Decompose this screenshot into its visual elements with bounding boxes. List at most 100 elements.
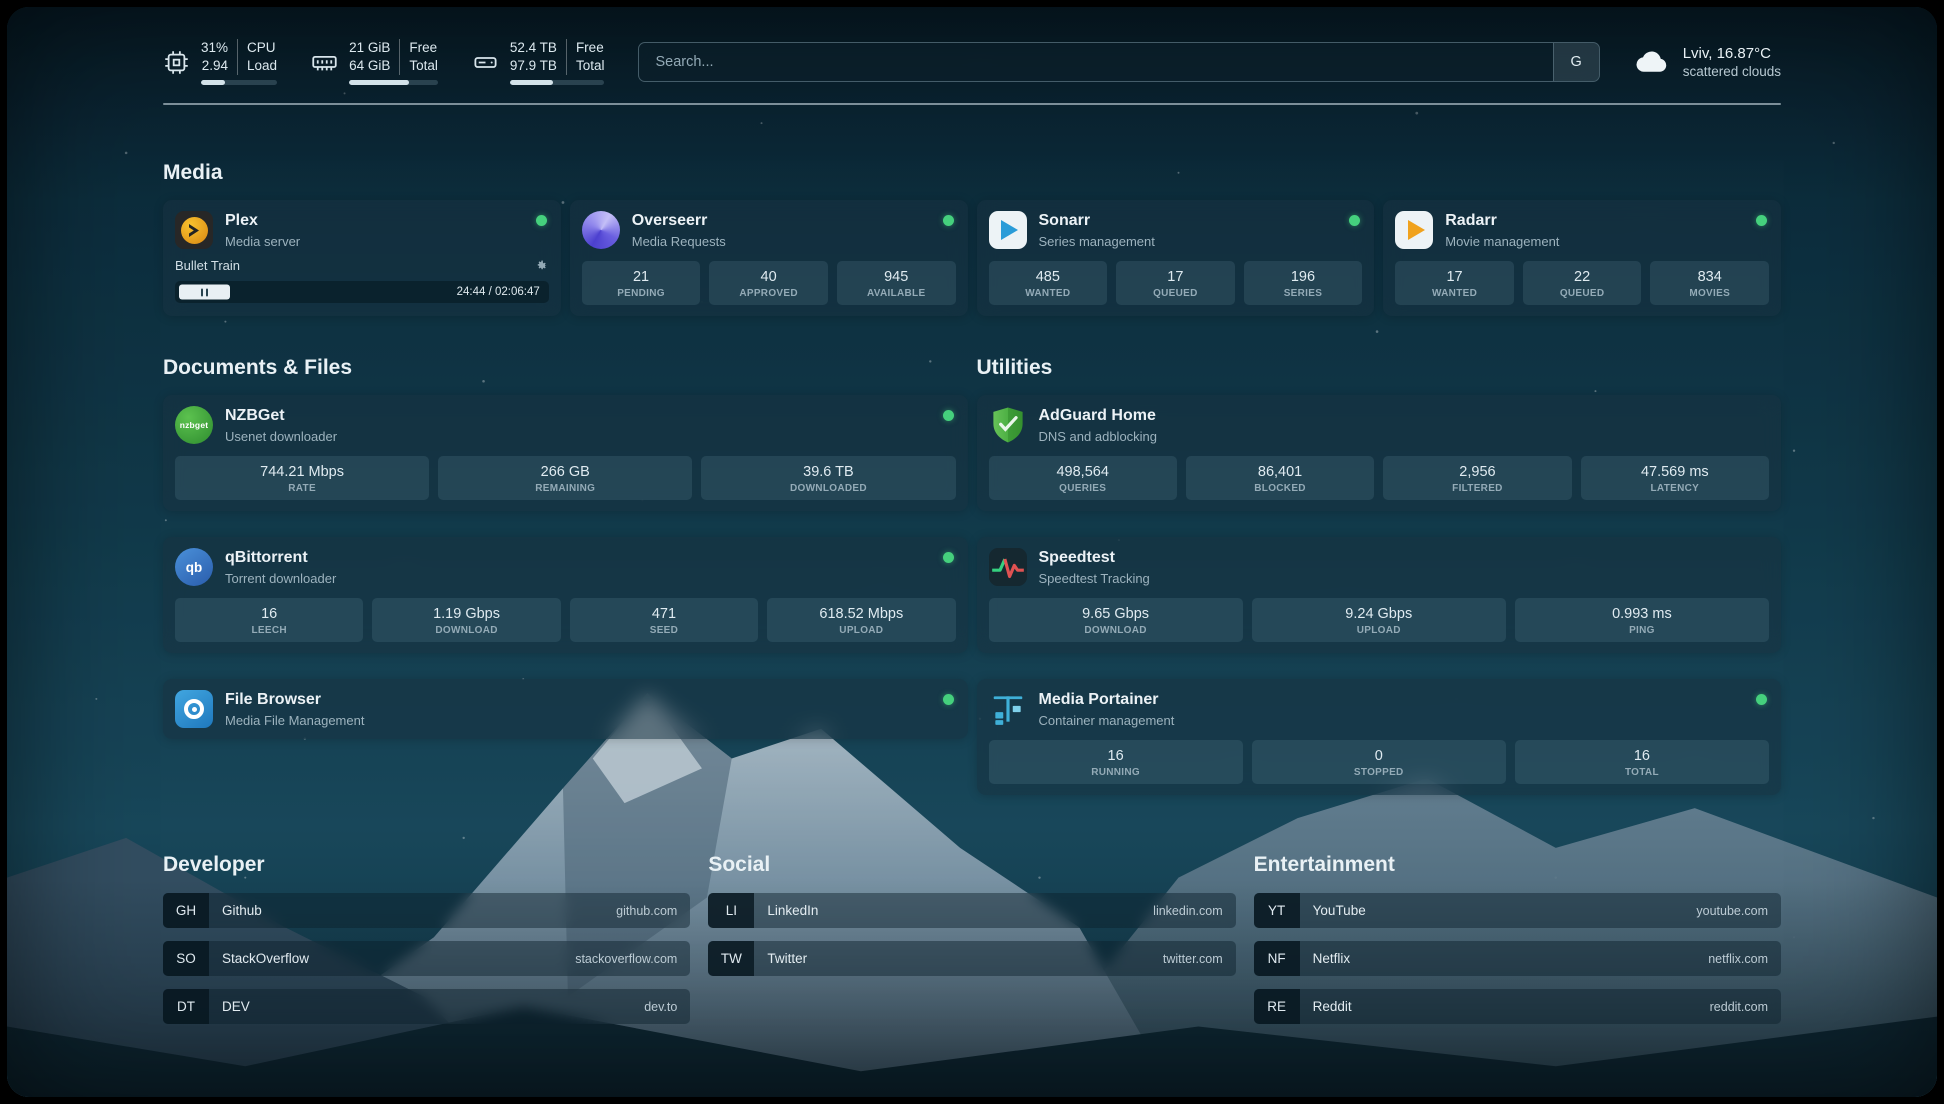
stat-pending: 21 PENDING (582, 261, 701, 305)
stat-stopped: 0 STOPPED (1252, 740, 1506, 784)
stat-blocked: 86,401 BLOCKED (1186, 456, 1374, 500)
overseerr-icon (582, 211, 620, 249)
cpu-widget: 31% 2.94 CPU Load (163, 39, 277, 85)
memory-free-label: Free (409, 39, 438, 57)
cpu-percent: 31% (201, 39, 228, 57)
bookmark-reddit[interactable]: RE Reddit reddit.com (1254, 989, 1781, 1024)
disk-total: 97.9 TB (510, 57, 557, 75)
disk-bar (510, 80, 605, 85)
disk-icon (472, 49, 499, 76)
memory-icon (311, 49, 338, 76)
bookmark-url: linkedin.com (1153, 904, 1235, 918)
stat-download: 1.19 Gbps DOWNLOAD (372, 598, 560, 642)
disk-free-label: Free (576, 39, 605, 57)
disk-total-label: Total (576, 57, 605, 75)
stat-seed: 471 SEED (570, 598, 758, 642)
bookmark-url: twitter.com (1163, 952, 1236, 966)
bookmark-linkedin[interactable]: LI LinkedIn linkedin.com (708, 893, 1235, 928)
weather-widget: Lviv, 16.87°C scattered clouds (1634, 44, 1781, 80)
bookmark-url: netflix.com (1708, 952, 1781, 966)
bookmark-dev[interactable]: DT DEV dev.to (163, 989, 690, 1024)
gear-icon[interactable] (534, 258, 549, 273)
bookmark-abbr: RE (1254, 989, 1300, 1024)
nzbget-card[interactable]: nzbget NZBGet Usenet downloader 744.21 M… (163, 395, 968, 511)
adguard-icon (989, 406, 1027, 444)
portainer-card[interactable]: Media Portainer Container management 16 … (977, 679, 1782, 795)
stat-queries: 498,564 QUERIES (989, 456, 1177, 500)
stat-queued: 22 QUEUED (1523, 261, 1642, 305)
cpu-label: CPU (247, 39, 277, 57)
plex-card[interactable]: Plex Media server Bullet Train (163, 200, 561, 316)
search-provider-button[interactable]: G (1553, 43, 1599, 81)
radarr-card[interactable]: Radarr Movie management 17 WANTED 22 QUE… (1383, 200, 1781, 316)
portainer-icon (989, 690, 1027, 728)
now-playing-title: Bullet Train (175, 258, 534, 273)
media-section-title: Media (163, 161, 1781, 185)
memory-bar (349, 80, 438, 85)
stat-approved: 40 APPROVED (709, 261, 828, 305)
status-dot (943, 694, 954, 705)
stat-queued: 17 QUEUED (1116, 261, 1235, 305)
entertainment-bookmarks: Entertainment YT YouTube youtube.com NF … (1254, 853, 1781, 1024)
top-divider (163, 103, 1781, 105)
utilities-section: Utilities (977, 356, 1782, 795)
stat-available: 945 AVAILABLE (837, 261, 956, 305)
bookmark-name: YouTube (1300, 903, 1697, 918)
bookmark-url: reddit.com (1710, 1000, 1781, 1014)
bookmark-youtube[interactable]: YT YouTube youtube.com (1254, 893, 1781, 928)
search-bar: G (638, 42, 1599, 82)
qbittorrent-icon: qb (175, 548, 213, 586)
bookmark-stackoverflow[interactable]: SO StackOverflow stackoverflow.com (163, 941, 690, 976)
service-desc: Series management (1039, 234, 1155, 249)
dashboard-screen: 31% 2.94 CPU Load (7, 7, 1937, 1097)
playback-progress[interactable]: 24:44 / 02:06:47 (175, 281, 549, 303)
service-name: Speedtest (1039, 549, 1150, 567)
playback-pause-handle[interactable] (179, 285, 230, 300)
service-name: AdGuard Home (1039, 407, 1158, 425)
service-desc: Media Requests (632, 234, 726, 249)
bookmark-abbr: GH (163, 893, 209, 928)
overseerr-card[interactable]: Overseerr Media Requests 21 PENDING 40 A… (570, 200, 968, 316)
cpu-load: 2.94 (202, 57, 228, 75)
bookmark-url: dev.to (644, 1000, 690, 1014)
stat-latency: 47.569 ms LATENCY (1581, 456, 1769, 500)
service-name: qBittorrent (225, 549, 336, 567)
weather-location: Lviv, 16.87°C (1683, 45, 1781, 62)
stat-upload: 618.52 Mbps UPLOAD (767, 598, 955, 642)
service-name: Plex (225, 212, 300, 230)
adguard-card[interactable]: AdGuard Home DNS and adblocking 498,564 … (977, 395, 1782, 511)
stat-remaining: 266 GB REMAINING (438, 456, 692, 500)
filebrowser-card[interactable]: File Browser Media File Management (163, 679, 968, 739)
documents-section: Documents & Files nzbget NZBGet Usenet d… (163, 356, 968, 739)
sonarr-card[interactable]: Sonarr Series management 485 WANTED 17 Q… (977, 200, 1375, 316)
service-name: Sonarr (1039, 212, 1155, 230)
social-title: Social (708, 853, 1235, 877)
bookmark-abbr: LI (708, 893, 754, 928)
memory-total-label: Total (409, 57, 438, 75)
stat-wanted: 17 WANTED (1395, 261, 1514, 305)
bookmark-name: Netflix (1300, 951, 1709, 966)
stat-series: 196 SERIES (1244, 261, 1363, 305)
bookmark-netflix[interactable]: NF Netflix netflix.com (1254, 941, 1781, 976)
stat-ping: 0.993 ms PING (1515, 598, 1769, 642)
service-name: File Browser (225, 691, 364, 709)
bookmark-name: Reddit (1300, 999, 1710, 1014)
stat-total: 16 TOTAL (1515, 740, 1769, 784)
playback-time: 24:44 / 02:06:47 (457, 286, 540, 298)
bookmark-twitter[interactable]: TW Twitter twitter.com (708, 941, 1235, 976)
top-bar: 31% 2.94 CPU Load (163, 39, 1781, 85)
search-input[interactable] (639, 43, 1552, 81)
service-desc: Movie management (1445, 234, 1559, 249)
qbittorrent-card[interactable]: qb qBittorrent Torrent downloader 16 (163, 537, 968, 653)
memory-total: 64 GiB (349, 57, 390, 75)
service-desc: Media server (225, 234, 300, 249)
service-desc: Container management (1039, 713, 1175, 728)
stat-wanted: 485 WANTED (989, 261, 1108, 305)
speedtest-card[interactable]: Speedtest Speedtest Tracking 9.65 Gbps D… (977, 537, 1782, 653)
service-name: Media Portainer (1039, 691, 1175, 709)
utilities-section-title: Utilities (977, 356, 1782, 380)
bookmark-github[interactable]: GH Github github.com (163, 893, 690, 928)
status-dot (943, 552, 954, 563)
service-desc: Media File Management (225, 713, 364, 728)
bookmark-abbr: YT (1254, 893, 1300, 928)
